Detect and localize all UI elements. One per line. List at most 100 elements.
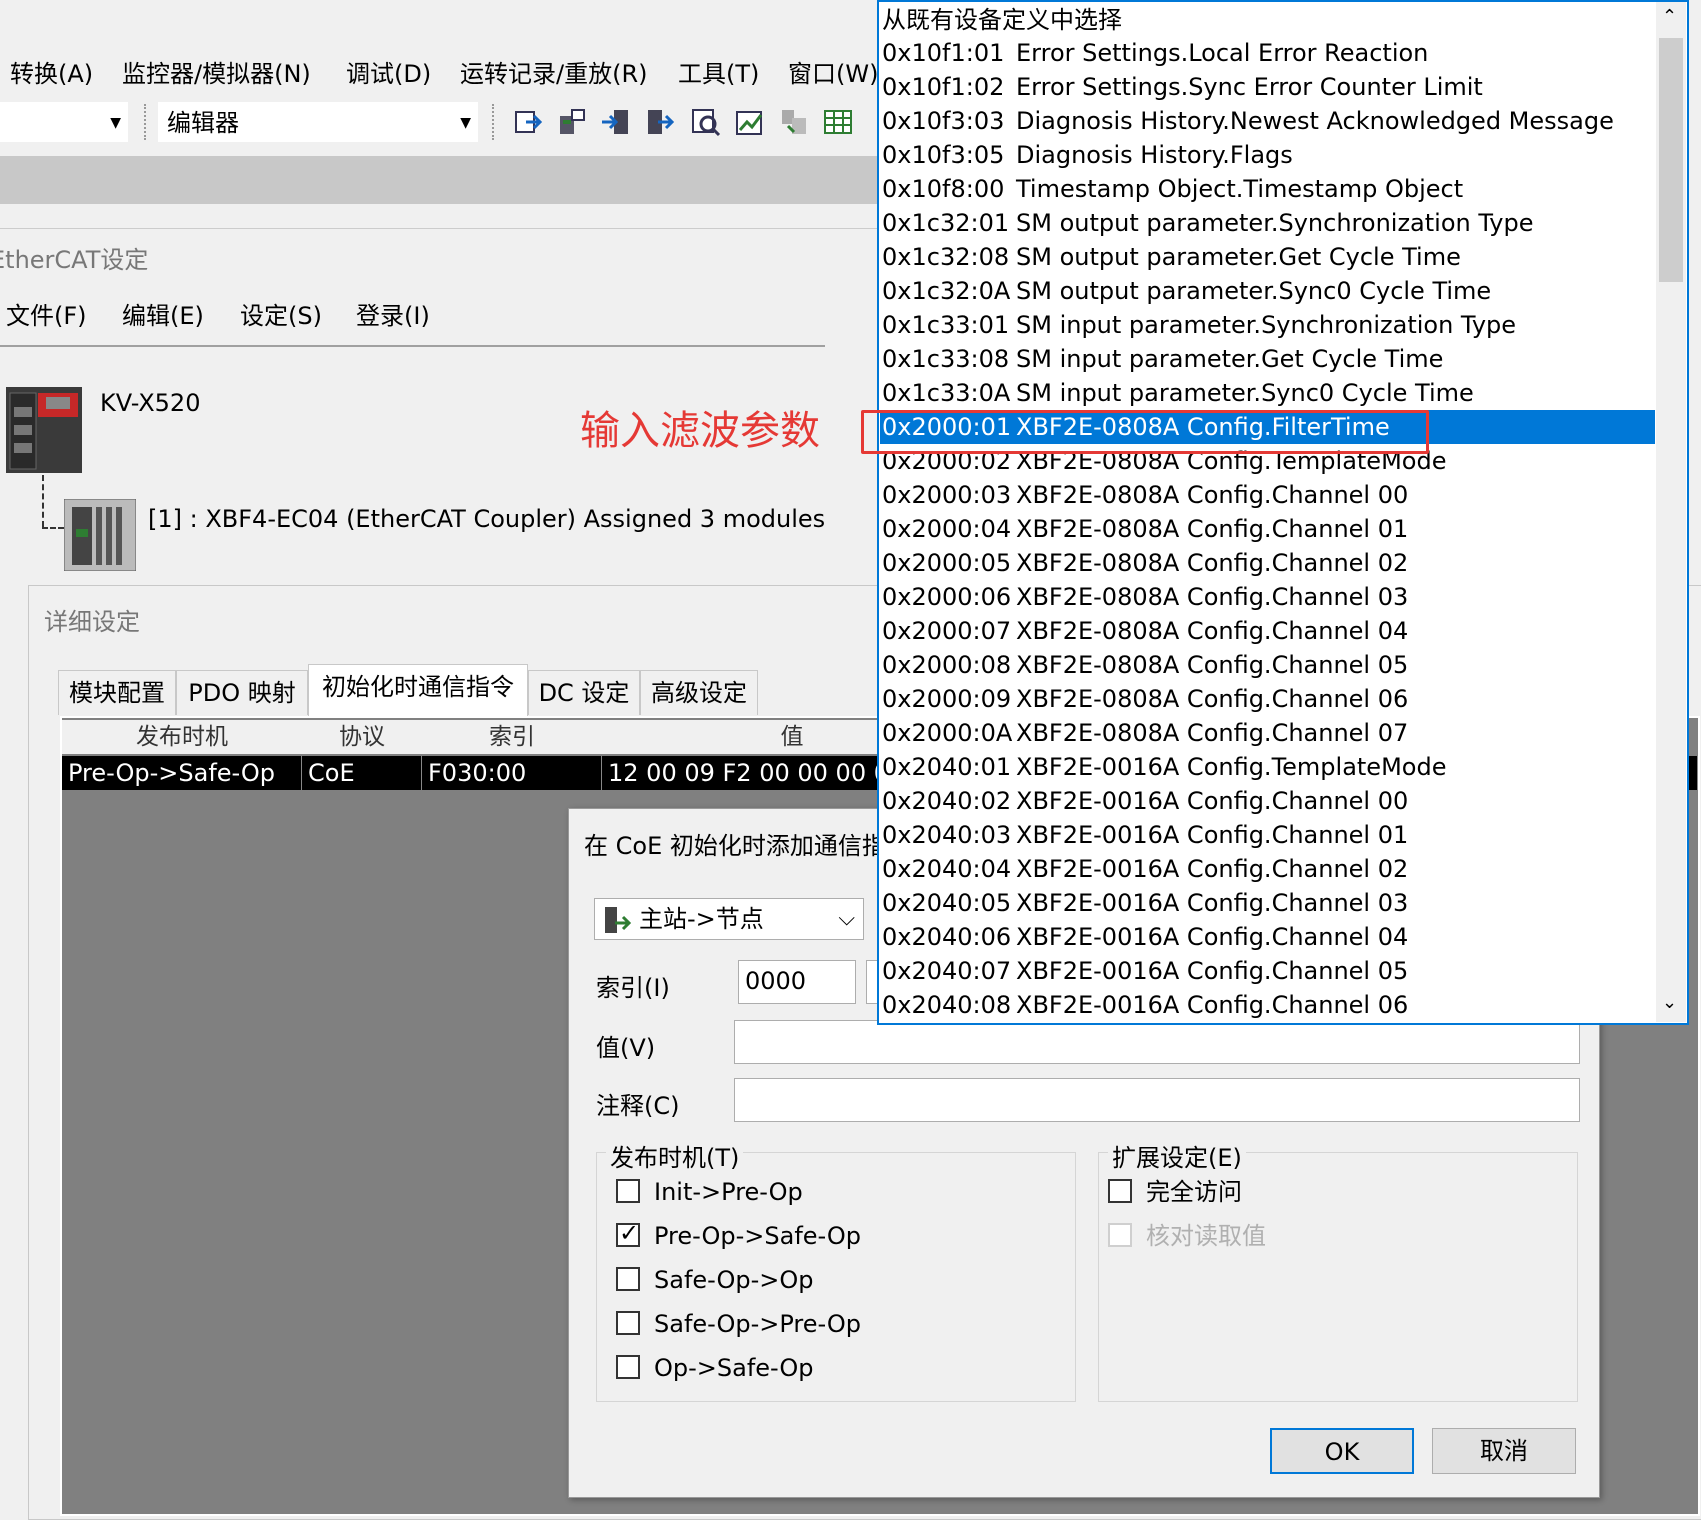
extension-group-title: 扩展设定(E) bbox=[1108, 1138, 1246, 1173]
ext-option-verify-read: 核对读取值 bbox=[1108, 1222, 1266, 1250]
dropdown-item-index: 0x2040:04 bbox=[882, 855, 1012, 883]
dropdown-item[interactable]: 0x1c32:01 SM output parameter.Synchroniza… bbox=[880, 206, 1655, 240]
dropdown-item[interactable]: 0x1c32:08 SM output parameter.Get Cycle T… bbox=[880, 240, 1655, 274]
ext-option-full-access[interactable]: 完全访问 bbox=[1108, 1178, 1242, 1206]
read-from-plc-icon[interactable] bbox=[556, 106, 588, 138]
tab-advanced-settings[interactable]: 高级设定 bbox=[640, 670, 758, 715]
menu-monitor-simulator[interactable]: 监控器/模拟器(N) bbox=[122, 54, 311, 89]
zoom-icon[interactable] bbox=[690, 106, 722, 138]
timing-option-op-safeop[interactable]: Op->Safe-Op bbox=[616, 1354, 814, 1382]
tab-pdo-mapping[interactable]: PDO 映射 bbox=[176, 670, 308, 715]
toolbar-combo-1[interactable]: ▼ bbox=[0, 102, 128, 142]
dropdown-scroll-thumb[interactable] bbox=[1659, 38, 1683, 282]
tree-connector bbox=[42, 475, 44, 527]
comment-input[interactable] bbox=[734, 1078, 1580, 1122]
dropdown-item[interactable]: 0x1c33:01 SM input parameter.Synchronizat… bbox=[880, 308, 1655, 342]
checkbox[interactable] bbox=[616, 1267, 640, 1291]
value-input[interactable] bbox=[734, 1020, 1580, 1064]
dropdown-item-name: XBF2E-0016A Config.Channel 02 bbox=[1016, 855, 1409, 883]
dropdown-item[interactable]: 0x2000:04 XBF2E-0808A Config.Channel 01 bbox=[880, 512, 1655, 546]
transfer-to-plc-icon[interactable] bbox=[512, 106, 544, 138]
dropdown-item[interactable]: 0x2040:05 XBF2E-0016A Config.Channel 03 bbox=[880, 886, 1655, 920]
scroll-up-icon[interactable]: ⌃ bbox=[1662, 6, 1677, 27]
plc-unit-icon[interactable] bbox=[6, 387, 82, 473]
menu-file[interactable]: 文件(F) bbox=[6, 296, 87, 331]
dropdown-item[interactable]: 0x2000:08 XBF2E-0808A Config.Channel 05 bbox=[880, 648, 1655, 682]
column-header-protocol[interactable]: 协议 bbox=[302, 720, 423, 754]
dropdown-item[interactable]: 0x2040:07 XBF2E-0016A Config.Channel 05 bbox=[880, 954, 1655, 988]
scroll-down-icon[interactable]: ⌄ bbox=[1662, 992, 1677, 1013]
cancel-button[interactable]: 取消 bbox=[1432, 1428, 1576, 1474]
dropdown-item[interactable]: 0x2040:08 XBF2E-0016A Config.Channel 06 bbox=[880, 988, 1655, 1022]
timing-option-safeop-preop[interactable]: Safe-Op->Pre-Op bbox=[616, 1310, 861, 1338]
dropdown-item[interactable]: 0x1c32:0A SM output parameter.Sync0 Cycle… bbox=[880, 274, 1655, 308]
menu-edit[interactable]: 编辑(E) bbox=[122, 296, 204, 331]
tree-child-label[interactable]: [1] : XBF4-EC04 (EtherCAT Coupler) Assig… bbox=[148, 505, 825, 533]
toolbar: ▼ 编辑器 ▼ bbox=[0, 98, 880, 148]
timing-option-safeop-op[interactable]: Safe-Op->Op bbox=[616, 1266, 814, 1294]
checkbox[interactable] bbox=[616, 1355, 640, 1379]
dropdown-item-name: Timestamp Object.Timestamp Object bbox=[1016, 175, 1464, 203]
menu-tools[interactable]: 工具(T) bbox=[678, 54, 759, 89]
dropdown-item-index: 0x1c32:08 bbox=[882, 243, 1010, 271]
checkbox[interactable] bbox=[1108, 1179, 1132, 1203]
table-row-protocol[interactable]: CoE bbox=[302, 756, 422, 790]
annotation-highlight-box bbox=[861, 410, 1429, 454]
tree-root-label[interactable]: KV-X520 bbox=[100, 389, 200, 417]
dropdown-item[interactable]: 0x2000:07 XBF2E-0808A Config.Channel 04 bbox=[880, 614, 1655, 648]
dropdown-item-name: XBF2E-0016A Config.Channel 04 bbox=[1016, 923, 1409, 951]
upload-icon[interactable] bbox=[644, 106, 676, 138]
dropdown-item[interactable]: 0x2000:05 XBF2E-0808A Config.Channel 02 bbox=[880, 546, 1655, 580]
dropdown-item[interactable]: 0x10f1:02 Error Settings.Sync Error Count… bbox=[880, 70, 1655, 104]
dropdown-item[interactable]: 0x2040:02 XBF2E-0016A Config.Channel 00 bbox=[880, 784, 1655, 818]
dropdown-item[interactable]: 0x2000:09 XBF2E-0808A Config.Channel 06 bbox=[880, 682, 1655, 716]
dropdown-item-name: SM input parameter.Get Cycle Time bbox=[1016, 345, 1444, 373]
dropdown-item[interactable]: 0x10f3:05 Diagnosis History.Flags bbox=[880, 138, 1655, 172]
table-row-index[interactable]: F030:00 bbox=[422, 756, 602, 790]
chart-icon[interactable] bbox=[734, 106, 766, 138]
index-input[interactable]: 0000 bbox=[738, 960, 856, 1004]
menu-login[interactable]: 登录(I) bbox=[356, 296, 430, 331]
menu-operation-record[interactable]: 运转记录/重放(R) bbox=[460, 54, 648, 89]
network-icon[interactable] bbox=[778, 106, 810, 138]
dropdown-item[interactable]: 0x2000:0A XBF2E-0808A Config.Channel 07 bbox=[880, 716, 1655, 750]
mode-combo[interactable]: 编辑器 ▼ bbox=[158, 102, 478, 142]
coupler-unit-icon[interactable] bbox=[64, 499, 136, 571]
dropdown-item-name: Error Settings.Local Error Reaction bbox=[1016, 39, 1429, 67]
dropdown-item[interactable]: 0x10f3:03 Diagnosis History.Newest Acknow… bbox=[880, 104, 1655, 138]
menu-settings[interactable]: 设定(S) bbox=[240, 296, 322, 331]
dropdown-item[interactable]: 0x1c33:08 SM input parameter.Get Cycle Ti… bbox=[880, 342, 1655, 376]
menu-debug[interactable]: 调试(D) bbox=[346, 54, 431, 89]
ok-button[interactable]: OK bbox=[1270, 1428, 1414, 1474]
tab-module-config[interactable]: 模块配置 bbox=[58, 670, 176, 715]
dropdown-item[interactable]: 0x2000:06 XBF2E-0808A Config.Channel 03 bbox=[880, 580, 1655, 614]
dropdown-item-name: XBF2E-0808A Config.Channel 05 bbox=[1016, 651, 1409, 679]
dropdown-item-index: 0x2000:07 bbox=[882, 617, 1012, 645]
direction-select[interactable]: 主站->节点 ⌵ bbox=[594, 898, 864, 940]
checkbox[interactable] bbox=[616, 1311, 640, 1335]
column-header-index[interactable]: 索引 bbox=[422, 720, 603, 754]
dropdown-item[interactable]: 0x2040:03 XBF2E-0016A Config.Channel 01 bbox=[880, 818, 1655, 852]
dropdown-item[interactable]: 0x2040:01 XBF2E-0016A Config.TemplateMode bbox=[880, 750, 1655, 784]
checkbox[interactable] bbox=[616, 1179, 640, 1203]
dropdown-item[interactable]: 0x10f1:01 Error Settings.Local Error Reac… bbox=[880, 36, 1655, 70]
grid-icon[interactable] bbox=[822, 106, 854, 138]
dropdown-item[interactable]: 0x10f8:00 Timestamp Object.Timestamp Obje… bbox=[880, 172, 1655, 206]
menu-window[interactable]: 窗口(W) bbox=[788, 54, 878, 89]
menu-convert[interactable]: 转换(A) bbox=[10, 54, 93, 89]
dropdown-item-name: XBF2E-0016A Config.TemplateMode bbox=[1016, 753, 1447, 781]
dropdown-item[interactable]: 0x2040:06 XBF2E-0016A Config.Channel 04 bbox=[880, 920, 1655, 954]
timing-option-preop-safeop[interactable]: ✓ Pre-Op->Safe-Op bbox=[616, 1219, 861, 1250]
tab-init-commands[interactable]: 初始化时通信指令 bbox=[308, 664, 528, 717]
dropdown-item[interactable]: 0x2040:04 XBF2E-0016A Config.Channel 02 bbox=[880, 852, 1655, 886]
download-icon[interactable] bbox=[600, 106, 632, 138]
dropdown-item[interactable]: 0x2000:03 XBF2E-0808A Config.Channel 00 bbox=[880, 478, 1655, 512]
column-header-timing[interactable]: 发布时机 bbox=[62, 720, 303, 754]
table-row-timing[interactable]: Pre-Op->Safe-Op bbox=[62, 756, 302, 790]
timing-option-init-preop[interactable]: Init->Pre-Op bbox=[616, 1178, 803, 1206]
tab-dc-settings[interactable]: DC 设定 bbox=[528, 670, 640, 715]
dropdown-item-name: SM output parameter.Synchronization Type bbox=[1016, 209, 1534, 237]
dropdown-item[interactable]: 0x1c33:0A SM input parameter.Sync0 Cycle … bbox=[880, 376, 1655, 410]
checkbox-checked[interactable]: ✓ bbox=[616, 1219, 640, 1247]
toolbar-separator bbox=[144, 104, 148, 140]
